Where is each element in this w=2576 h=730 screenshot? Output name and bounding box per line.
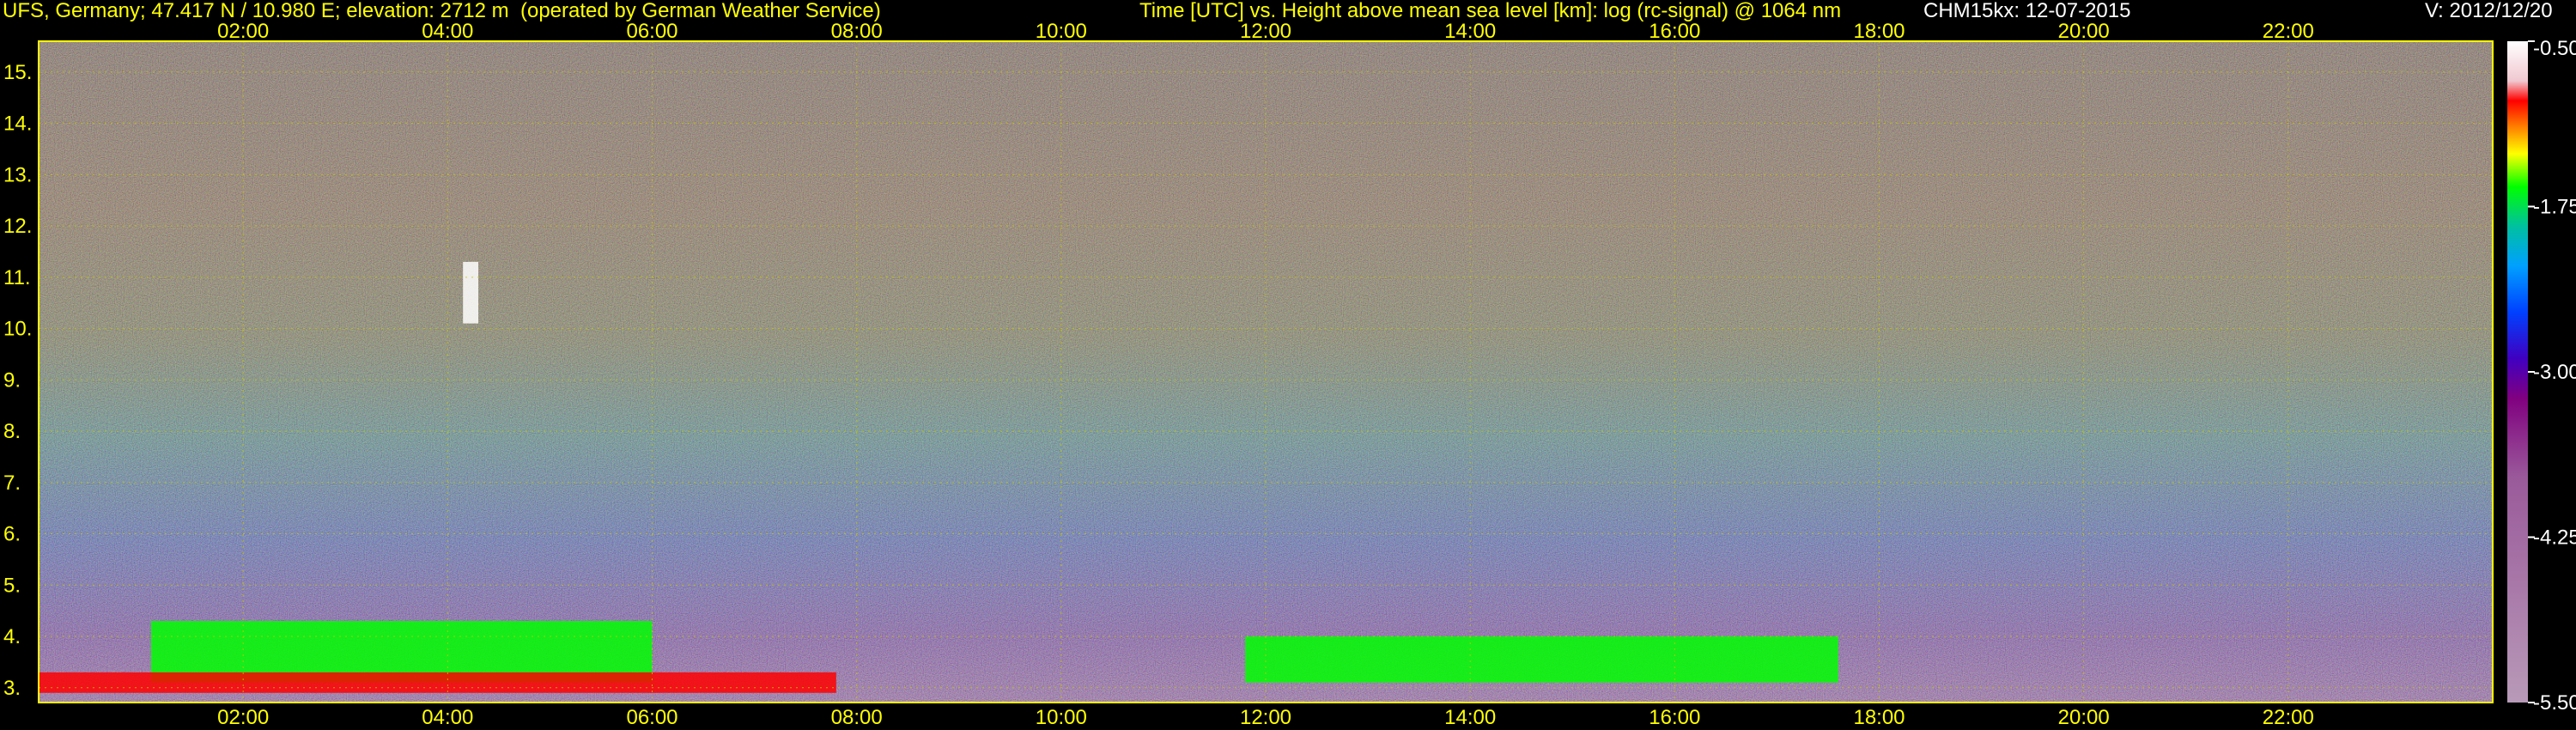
colorbar-tick-label: -4.25 — [2533, 526, 2576, 550]
signal-layer — [1245, 636, 1838, 683]
y-tick-label: 14. — [3, 113, 32, 136]
x-tick-label-bottom: 22:00 — [2263, 706, 2314, 729]
y-tick-label: 10. — [3, 318, 32, 341]
colorbar-ticks: -0.50 -1.75 -3.00 -4.25 -5.50 — [2528, 37, 2576, 715]
x-tick-label-bottom: 06:00 — [626, 706, 677, 729]
signal-layer — [39, 672, 836, 693]
y-tick-label: 13. — [3, 163, 32, 186]
x-tick-label-top: 10:00 — [1036, 20, 1087, 43]
y-tick-label: 5. — [3, 574, 21, 597]
x-tick-label-top: 22:00 — [2263, 20, 2314, 43]
y-tick-label: 15. — [3, 61, 32, 84]
colorbar-tick-label: -3.00 — [2533, 361, 2576, 384]
y-tick-label: 6. — [3, 523, 21, 546]
x-tick-label-bottom: 08:00 — [831, 706, 883, 729]
colorbar-gradient — [2507, 41, 2528, 703]
y-tick-label: 4. — [3, 625, 21, 648]
x-tick-label-bottom: 04:00 — [422, 706, 473, 729]
x-tick-labels-top: 02:00 04:00 06:00 08:00 10:00 12:00 14:00 16:00… — [217, 20, 2314, 43]
colorbar-tick-label: -1.75 — [2533, 196, 2576, 219]
x-tick-label-top: 16:00 — [1649, 20, 1700, 43]
x-tick-label-top: 06:00 — [626, 20, 677, 43]
x-tick-label-top: 02:00 — [217, 20, 269, 43]
colorbar: -0.50 -1.75 -3.00 -4.25 -5.50 — [2507, 37, 2576, 715]
x-tick-label-bottom: 02:00 — [217, 706, 269, 729]
colorbar-tick-label: -0.50 — [2533, 37, 2576, 60]
x-tick-label-bottom: 14:00 — [1444, 706, 1496, 729]
ceilometer-chart: 02:00 04:00 06:00 08:00 10:00 12:00 14:00 16:00… — [3, 20, 2576, 729]
signal-layer — [463, 261, 479, 324]
y-tick-label: 11. — [3, 266, 31, 289]
x-tick-label-bottom: 16:00 — [1649, 706, 1700, 729]
y-tick-label: 7. — [3, 471, 21, 495]
x-tick-label-top: 18:00 — [1853, 20, 1905, 43]
x-tick-label-bottom: 10:00 — [1036, 706, 1087, 729]
y-tick-label: 3. — [3, 677, 21, 700]
x-tick-label-bottom: 12:00 — [1240, 706, 1291, 729]
x-tick-label-top: 08:00 — [831, 20, 883, 43]
y-tick-label: 12. — [3, 215, 32, 238]
x-tick-label-bottom: 20:00 — [2058, 706, 2110, 729]
y-tick-label: 8. — [3, 420, 21, 443]
x-tick-label-top: 12:00 — [1240, 20, 1291, 43]
x-tick-label-top: 14:00 — [1444, 20, 1496, 43]
x-tick-labels-bottom: 02:00 04:00 06:00 08:00 10:00 12:00 14:00 16:00… — [217, 706, 2314, 729]
x-tick-label-top: 04:00 — [422, 20, 473, 43]
x-tick-label-bottom: 18:00 — [1853, 706, 1905, 729]
y-tick-label: 9. — [3, 368, 21, 392]
colorbar-tick-label: -5.50 — [2533, 691, 2576, 715]
x-tick-label-top: 20:00 — [2058, 20, 2110, 43]
y-tick-labels: 3. 4. 5. 6. 7. 8. 9. 10. 11. 12. 13. 14. 15. — [3, 61, 32, 700]
